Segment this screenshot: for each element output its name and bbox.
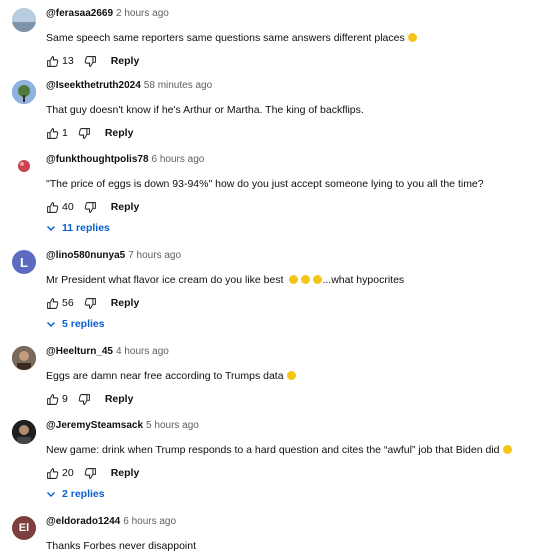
comment-time[interactable]: 4 hours ago	[116, 346, 169, 357]
avatar-tree-icon	[12, 80, 36, 104]
author-name[interactable]: @ferasaa2669	[46, 8, 113, 19]
avatar[interactable]	[12, 80, 36, 104]
like-count: 56	[62, 297, 74, 309]
comment-text-body: Mr President what flavor ice cream do yo…	[46, 274, 284, 286]
laughing-emoji-icon	[502, 445, 512, 454]
avatar[interactable]	[12, 8, 36, 32]
reply-button[interactable]: Reply	[111, 297, 140, 309]
avatar-person-icon	[12, 346, 36, 370]
thumbs-down-icon[interactable]	[78, 393, 91, 406]
comment-header: @lino580nunya5 7 hours ago	[46, 250, 181, 261]
reply-button[interactable]: Reply	[111, 201, 140, 213]
thumbs-down-icon[interactable]	[84, 467, 97, 480]
comment-text-body: Same speech same reporters same question…	[46, 32, 405, 44]
avatar[interactable]	[12, 154, 36, 178]
comment-header: @JeremySteamsack 5 hours ago	[46, 420, 199, 431]
comment-header: @ferasaa2669 2 hours ago	[46, 8, 169, 19]
avatar-landscape-icon	[12, 8, 36, 32]
comment-text: Same speech same reporters same question…	[46, 32, 417, 44]
laughing-emoji-icon	[289, 275, 299, 284]
like-count: 40	[62, 201, 74, 213]
comment-time[interactable]: 6 hours ago	[123, 516, 176, 527]
replies-count: 2 replies	[62, 488, 105, 500]
comment-text: That guy doesn't know if he's Arthur or …	[46, 104, 364, 116]
comment-text: Eggs are damn near free according to Tru…	[46, 370, 296, 382]
thumbs-up-icon[interactable]	[46, 467, 59, 480]
comment-actions: 40 Reply	[46, 199, 139, 215]
like-count: 13	[62, 55, 74, 67]
author-name[interactable]: @funkthoughtpolis78	[46, 154, 149, 165]
avatar[interactable]	[12, 346, 36, 370]
comment-header: @Iseekthetruth2024 58 minutes ago	[46, 80, 212, 91]
author-name[interactable]: @eldorado1244	[46, 516, 120, 527]
laughing-emoji-icon	[301, 275, 311, 284]
thumbs-up-icon[interactable]	[46, 297, 59, 310]
like-count: 1	[62, 127, 68, 139]
comment-time[interactable]: 7 hours ago	[128, 250, 181, 261]
comment-time[interactable]: 6 hours ago	[152, 154, 205, 165]
comment-text: New game: drink when Trump responds to a…	[46, 444, 512, 456]
comment-time[interactable]: 5 hours ago	[146, 420, 199, 431]
thumbs-up-icon[interactable]	[46, 393, 59, 406]
thumbs-up-icon[interactable]	[46, 201, 59, 214]
comment-text-suffix: ...what hypocrites	[322, 274, 405, 286]
view-replies-button[interactable]: 5 replies	[46, 318, 105, 330]
author-name[interactable]: @lino580nunya5	[46, 250, 125, 261]
replies-count: 11 replies	[62, 222, 110, 234]
thumbs-down-icon[interactable]	[84, 201, 97, 214]
replies-count: 5 replies	[62, 318, 105, 330]
like-count: 20	[62, 467, 74, 479]
avatar[interactable]: L	[12, 250, 36, 274]
reply-button[interactable]: Reply	[105, 393, 134, 405]
thumbs-down-icon[interactable]	[84, 55, 97, 68]
comment-time[interactable]: 58 minutes ago	[144, 80, 212, 91]
comment-time[interactable]: 2 hours ago	[116, 8, 169, 19]
comment-actions: 1 Reply	[46, 125, 133, 141]
thumbs-up-icon[interactable]	[46, 55, 59, 68]
author-name[interactable]: @JeremySteamsack	[46, 420, 143, 431]
comment-actions: 20 Reply	[46, 465, 139, 481]
like-count: 9	[62, 393, 68, 405]
comment-header: @funkthoughtpolis78 6 hours ago	[46, 154, 204, 165]
comment-actions: 13 Reply	[46, 53, 139, 69]
avatar-red-orb-icon	[18, 160, 30, 172]
chevron-down-icon	[47, 492, 55, 497]
avatar[interactable]: El	[12, 516, 36, 540]
thumbs-up-icon[interactable]	[46, 127, 59, 140]
comment-text-body: Eggs are damn near free according to Tru…	[46, 370, 284, 382]
comment-text-body: New game: drink when Trump responds to a…	[46, 444, 500, 456]
comment-header: @eldorado1244 6 hours ago	[46, 516, 176, 527]
avatar-person-icon	[12, 420, 36, 444]
comment-text: Mr President what flavor ice cream do yo…	[46, 274, 404, 286]
thumbs-down-icon[interactable]	[84, 297, 97, 310]
chevron-down-icon	[47, 322, 55, 327]
author-name[interactable]: @Heelturn_45	[46, 346, 113, 357]
comment-text: "The price of eggs is down 93-94%" how d…	[46, 178, 484, 190]
reply-button[interactable]: Reply	[111, 467, 140, 479]
laughing-emoji-icon	[407, 33, 417, 42]
comment-text: Thanks Forbes never disappoint	[46, 540, 196, 552]
comment-actions: 9 Reply	[46, 391, 133, 407]
comment-actions: 56 Reply	[46, 295, 139, 311]
thumbs-down-icon[interactable]	[78, 127, 91, 140]
view-replies-button[interactable]: 2 replies	[46, 488, 105, 500]
author-name[interactable]: @Iseekthetruth2024	[46, 80, 141, 91]
avatar[interactable]	[12, 420, 36, 444]
reply-button[interactable]: Reply	[111, 55, 140, 67]
comment-header: @Heelturn_45 4 hours ago	[46, 346, 169, 357]
chevron-down-icon	[47, 226, 55, 231]
reply-button[interactable]: Reply	[105, 127, 134, 139]
laughing-emoji-icon	[286, 371, 296, 380]
view-replies-button[interactable]: 11 replies	[46, 222, 110, 234]
